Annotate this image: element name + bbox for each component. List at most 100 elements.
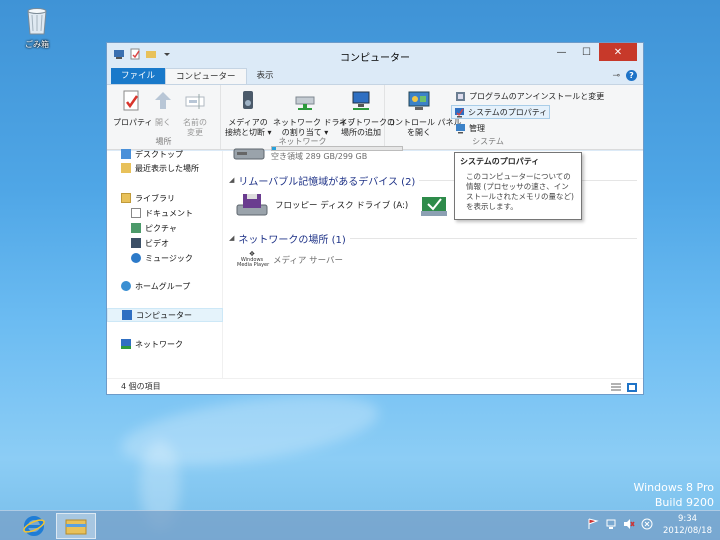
nav-item-homegroup[interactable]: ホームグループ: [107, 279, 223, 293]
floppy-drive-item[interactable]: フロッピー ディスク ドライブ (A:): [235, 191, 408, 219]
network-location-header[interactable]: ◢ ネットワークの場所 (1): [229, 231, 637, 246]
windows-media-player-logo: ❖ Windows Media Player: [237, 250, 270, 268]
ribbon-group-system: コントロール パネル を開く プログラムのアンインストールと変更 システムのプロ…: [385, 85, 604, 149]
group-name-system: システム: [472, 137, 504, 146]
ribbon: プロパティ 開く 名前の 変更 場所 メディアの 接続と切断 ▾ ネットワーク …: [107, 84, 643, 150]
internet-explorer-taskbar-button[interactable]: [14, 513, 54, 539]
collapse-chevron-icon[interactable]: ◢: [229, 234, 234, 242]
dvd-drive-icon: [421, 197, 447, 216]
nav-item-computer[interactable]: コンピューター: [107, 308, 223, 322]
media-server-item[interactable]: ❖ Windows Media Player メディア サーバー: [237, 251, 343, 268]
network-status-icon[interactable]: [605, 518, 617, 533]
file-explorer-taskbar-button[interactable]: [56, 513, 96, 539]
clock-time: 9:34: [677, 514, 698, 524]
hard-drive-icon: [233, 148, 265, 160]
computer-icon: [122, 310, 132, 320]
file-explorer-icon: [65, 519, 87, 535]
rename-label: 名前の 変更: [183, 118, 207, 137]
tooltip-title: システムのプロパティ: [460, 157, 540, 166]
watermark-build: Build 9200: [654, 496, 714, 509]
add-network-location-label: ネットワークの 場所の追加: [339, 118, 395, 137]
control-panel-icon: [408, 91, 430, 110]
nav-item-recent-places[interactable]: 最近表示した場所: [107, 161, 223, 175]
nav-item-desktop[interactable]: デスクトップ: [107, 147, 223, 161]
media-device-icon: [243, 91, 253, 109]
media-connect-button[interactable]: メディアの 接続と切断 ▾: [225, 89, 272, 138]
recycle-bin-label: ごみ箱: [25, 40, 49, 49]
rename-button[interactable]: 名前の 変更: [179, 89, 211, 138]
recycle-bin-icon: [27, 8, 47, 35]
details-view-icon[interactable]: [611, 382, 621, 391]
status-bar: 4 個の項目: [107, 378, 643, 394]
taskbar-clock[interactable]: 9:34 2012/08/18: [663, 513, 712, 537]
floppy-drive-icon: [236, 194, 268, 216]
clock-date: 2012/08/18: [663, 526, 712, 536]
pictures-icon: [131, 223, 141, 233]
desktop-icon: [121, 149, 131, 159]
watermark-edition: Windows 8 Pro: [633, 481, 714, 494]
tab-file[interactable]: ファイル: [111, 68, 166, 84]
manage-button[interactable]: 管理: [453, 121, 487, 135]
collapse-chevron-icon[interactable]: ◢: [229, 176, 234, 184]
maximize-button[interactable]: ☐: [574, 43, 599, 61]
manage-icon: [456, 123, 465, 133]
videos-icon: [131, 238, 141, 248]
open-icon: [155, 92, 171, 109]
library-icon: [121, 193, 131, 203]
recycle-bin-desktop-icon[interactable]: ごみ箱: [20, 6, 54, 50]
nav-item-libraries[interactable]: ライブラリ: [107, 191, 223, 205]
title-bar[interactable]: コンピューター — ☐ ✕: [107, 43, 643, 67]
nav-item-network[interactable]: ネットワーク: [107, 337, 223, 351]
properties-button[interactable]: プロパティ: [113, 89, 153, 128]
taskbar: 9:34 2012/08/18: [0, 510, 720, 540]
uninstall-program-label: プログラムのアンインストールと変更: [469, 91, 605, 101]
nav-item-music[interactable]: ミュージック: [107, 251, 223, 265]
add-network-location-button[interactable]: ネットワークの 場所の追加: [339, 89, 395, 138]
recent-places-icon: [121, 163, 131, 173]
open-button[interactable]: 開く: [151, 89, 175, 128]
nav-item-videos[interactable]: ビデオ: [107, 236, 223, 250]
notification-close-icon[interactable]: [641, 518, 653, 533]
nav-item-pictures[interactable]: ピクチャ: [107, 221, 223, 235]
drive-free-space: 空き領域 289 GB/299 GB: [271, 152, 368, 161]
media-connect-label: メディアの 接続と切断 ▾: [225, 118, 272, 137]
properties-icon: [123, 90, 139, 111]
item-count: 4 個の項目: [121, 382, 161, 391]
ribbon-right-controls: ⊸ ?: [612, 70, 637, 81]
large-icons-view-icon[interactable]: [627, 382, 637, 392]
manage-label: 管理: [469, 123, 485, 133]
open-control-panel-button[interactable]: コントロール パネル を開く: [387, 89, 462, 138]
ribbon-group-location: プロパティ 開く 名前の 変更 場所: [107, 85, 221, 149]
system-tray: 9:34 2012/08/18: [587, 513, 712, 537]
window-controls: — ☐ ✕: [549, 43, 637, 61]
system-properties-icon: [455, 107, 464, 117]
tooltip-body: このコンピューターについての情報 (プロセッサの速さ、インストールされたメモリの…: [466, 172, 574, 211]
programs-icon: [456, 91, 465, 101]
music-icon: [131, 253, 141, 263]
open-control-panel-label: コントロール パネル を開く: [387, 118, 462, 137]
system-properties-button[interactable]: システムのプロパティ: [451, 105, 551, 119]
group-name-location: 場所: [155, 137, 172, 146]
action-center-icon[interactable]: [587, 518, 599, 533]
navigation-pane[interactable]: デスクトップ 最近表示した場所 ライブラリ ドキュメント ピクチャ ビデオ ミュ…: [107, 149, 223, 378]
system-properties-tooltip: システムのプロパティ このコンピューターについての情報 (プロセッサの速さ、イン…: [454, 152, 582, 220]
local-disk-item[interactable]: 空き領域 289 GB/299 GB: [233, 145, 403, 163]
tab-view[interactable]: 表示: [247, 68, 284, 84]
ribbon-group-network: メディアの 接続と切断 ▾ ネットワーク ドライブ の割り当て ▾ ネットワーク…: [221, 85, 395, 149]
tab-computer[interactable]: コンピューター: [165, 68, 247, 84]
uninstall-program-button[interactable]: プログラムのアンインストールと変更: [453, 89, 606, 103]
ribbon-collapse-icon[interactable]: ⊸: [612, 71, 620, 81]
homegroup-icon: [121, 281, 131, 291]
network-drive-icon: [295, 96, 315, 110]
volume-muted-icon[interactable]: [623, 518, 635, 533]
map-network-drive-button[interactable]: ネットワーク ドライブ の割り当て ▾: [273, 89, 356, 138]
map-network-drive-label: ネットワーク ドライブ の割り当て ▾: [273, 118, 356, 137]
internet-explorer-icon: [23, 516, 45, 536]
os-watermark: Windows 8 Pro Build 9200: [633, 480, 714, 510]
nav-item-documents[interactable]: ドキュメント: [107, 206, 223, 220]
help-icon[interactable]: ?: [626, 70, 637, 81]
close-button[interactable]: ✕: [599, 43, 637, 61]
network-icon: [121, 339, 131, 349]
drive-usage-fill: [272, 147, 276, 150]
minimize-button[interactable]: —: [549, 43, 574, 61]
